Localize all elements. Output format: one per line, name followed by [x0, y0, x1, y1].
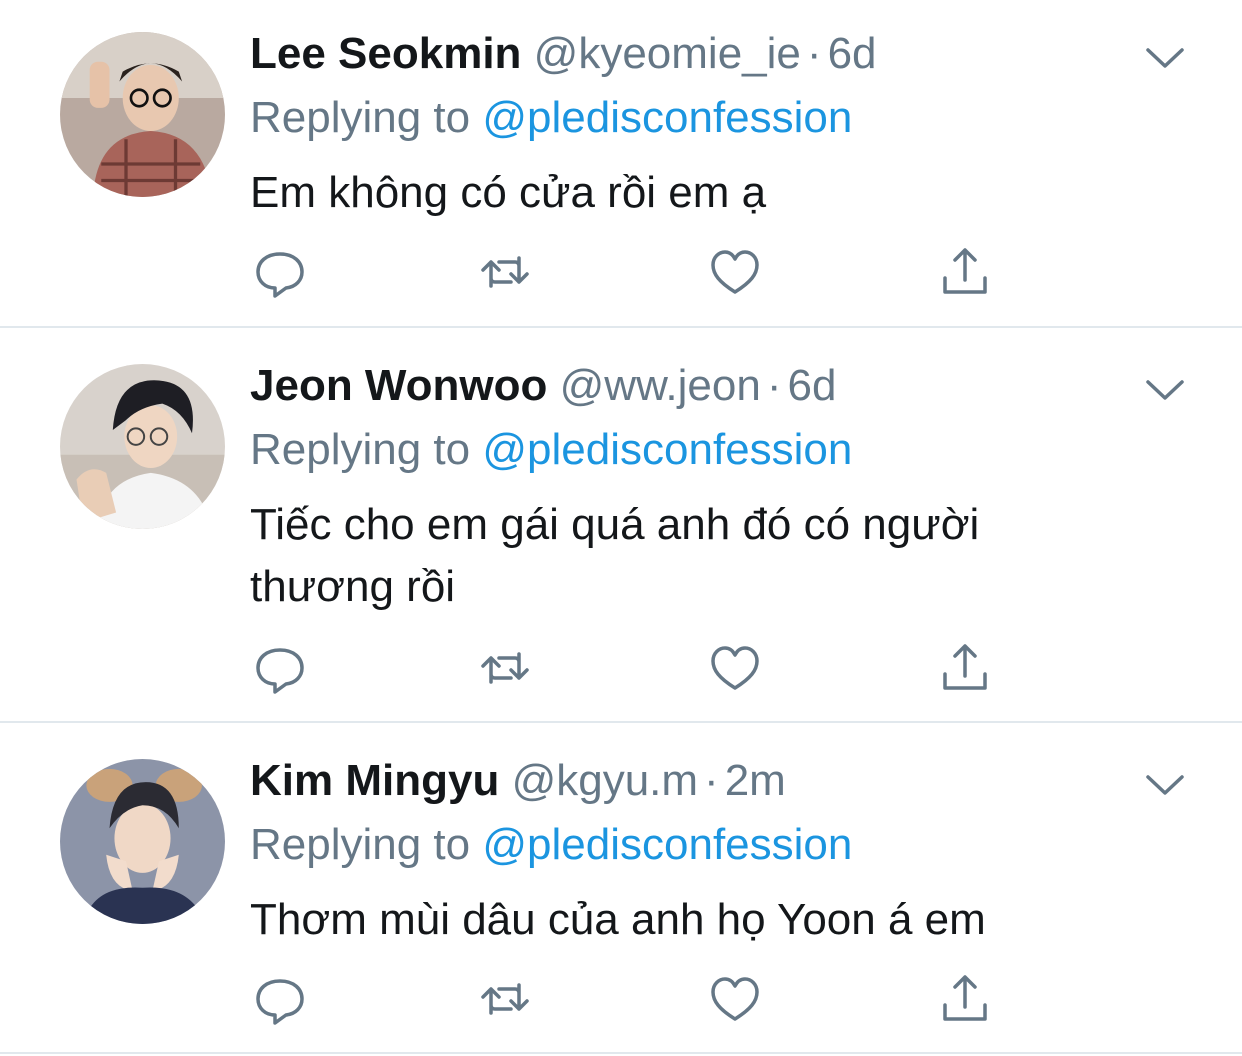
heart-icon[interactable]	[705, 638, 765, 698]
replying-to-label: Replying to	[250, 93, 471, 142]
chevron-down-icon[interactable]	[1140, 38, 1190, 78]
replying-to: Replying to @pledisconfession	[250, 90, 852, 146]
share-icon[interactable]	[935, 242, 995, 302]
retweet-icon[interactable]	[475, 638, 535, 698]
display-name[interactable]: Jeon Wonwoo	[250, 361, 547, 410]
chevron-down-icon[interactable]	[1140, 370, 1190, 410]
tweet[interactable]: Jeon Wonwoo @ww.jeon · 6d Replying to @ple…	[0, 328, 1242, 723]
display-name[interactable]: Kim Mingyu	[250, 756, 499, 805]
user-handle[interactable]: @kyeomie_ie	[534, 29, 801, 78]
avatar[interactable]	[60, 364, 225, 529]
tweet-header: Lee Seokmin @kyeomie_ie · 6d	[250, 26, 877, 82]
tweet[interactable]: Kim Mingyu @kgyu.m · 2m Replying to @pledi…	[0, 723, 1242, 1056]
heart-icon[interactable]	[705, 969, 765, 1029]
separator-dot: ·	[766, 361, 782, 410]
tweet-text: Em không có cửa rồi em ạ	[250, 168, 767, 217]
avatar[interactable]	[60, 759, 225, 924]
chevron-down-icon[interactable]	[1140, 765, 1190, 805]
display-name[interactable]: Lee Seokmin	[250, 29, 521, 78]
replying-to-label: Replying to	[250, 425, 471, 474]
replying-to-label: Replying to	[250, 820, 471, 869]
reply-icon[interactable]	[250, 638, 310, 698]
user-handle[interactable]: @kgyu.m	[512, 756, 698, 805]
tweet-text: Thơm mùi dâu của anh họ Yoon á em	[250, 895, 986, 944]
tweet-actions	[250, 242, 1010, 302]
timestamp[interactable]: 6d	[828, 29, 877, 78]
separator-dot: ·	[704, 756, 719, 805]
heart-icon[interactable]	[705, 242, 765, 302]
retweet-icon[interactable]	[475, 242, 535, 302]
tweet-actions	[250, 969, 1010, 1029]
replying-to: Replying to @pledisconfession	[250, 817, 852, 873]
reply-icon[interactable]	[250, 242, 310, 302]
tweet-actions	[250, 638, 1010, 698]
reply-timeline: Lee Seokmin @kyeomie_ie · 6d Replying to @…	[0, 0, 1242, 1056]
share-icon[interactable]	[935, 969, 995, 1029]
replying-to-link[interactable]: @pledisconfession	[482, 820, 852, 869]
timestamp[interactable]: 6d	[787, 361, 836, 410]
replying-to-link[interactable]: @pledisconfession	[482, 425, 852, 474]
user-handle[interactable]: @ww.jeon	[560, 361, 761, 410]
retweet-icon[interactable]	[475, 969, 535, 1029]
tweet-header: Kim Mingyu @kgyu.m · 2m	[250, 753, 786, 809]
timestamp[interactable]: 2m	[725, 756, 786, 805]
avatar[interactable]	[60, 32, 225, 197]
tweet-divider	[0, 1052, 1242, 1054]
tweet-text: Tiếc cho em gái quá anh đó có người thươ…	[250, 500, 980, 611]
share-icon[interactable]	[935, 638, 995, 698]
replying-to: Replying to @pledisconfession	[250, 422, 852, 478]
tweet[interactable]: Lee Seokmin @kyeomie_ie · 6d Replying to @…	[0, 0, 1242, 328]
tweet-header: Jeon Wonwoo @ww.jeon · 6d	[250, 358, 836, 414]
replying-to-link[interactable]: @pledisconfession	[482, 93, 852, 142]
reply-icon[interactable]	[250, 969, 310, 1029]
separator-dot: ·	[806, 29, 822, 78]
